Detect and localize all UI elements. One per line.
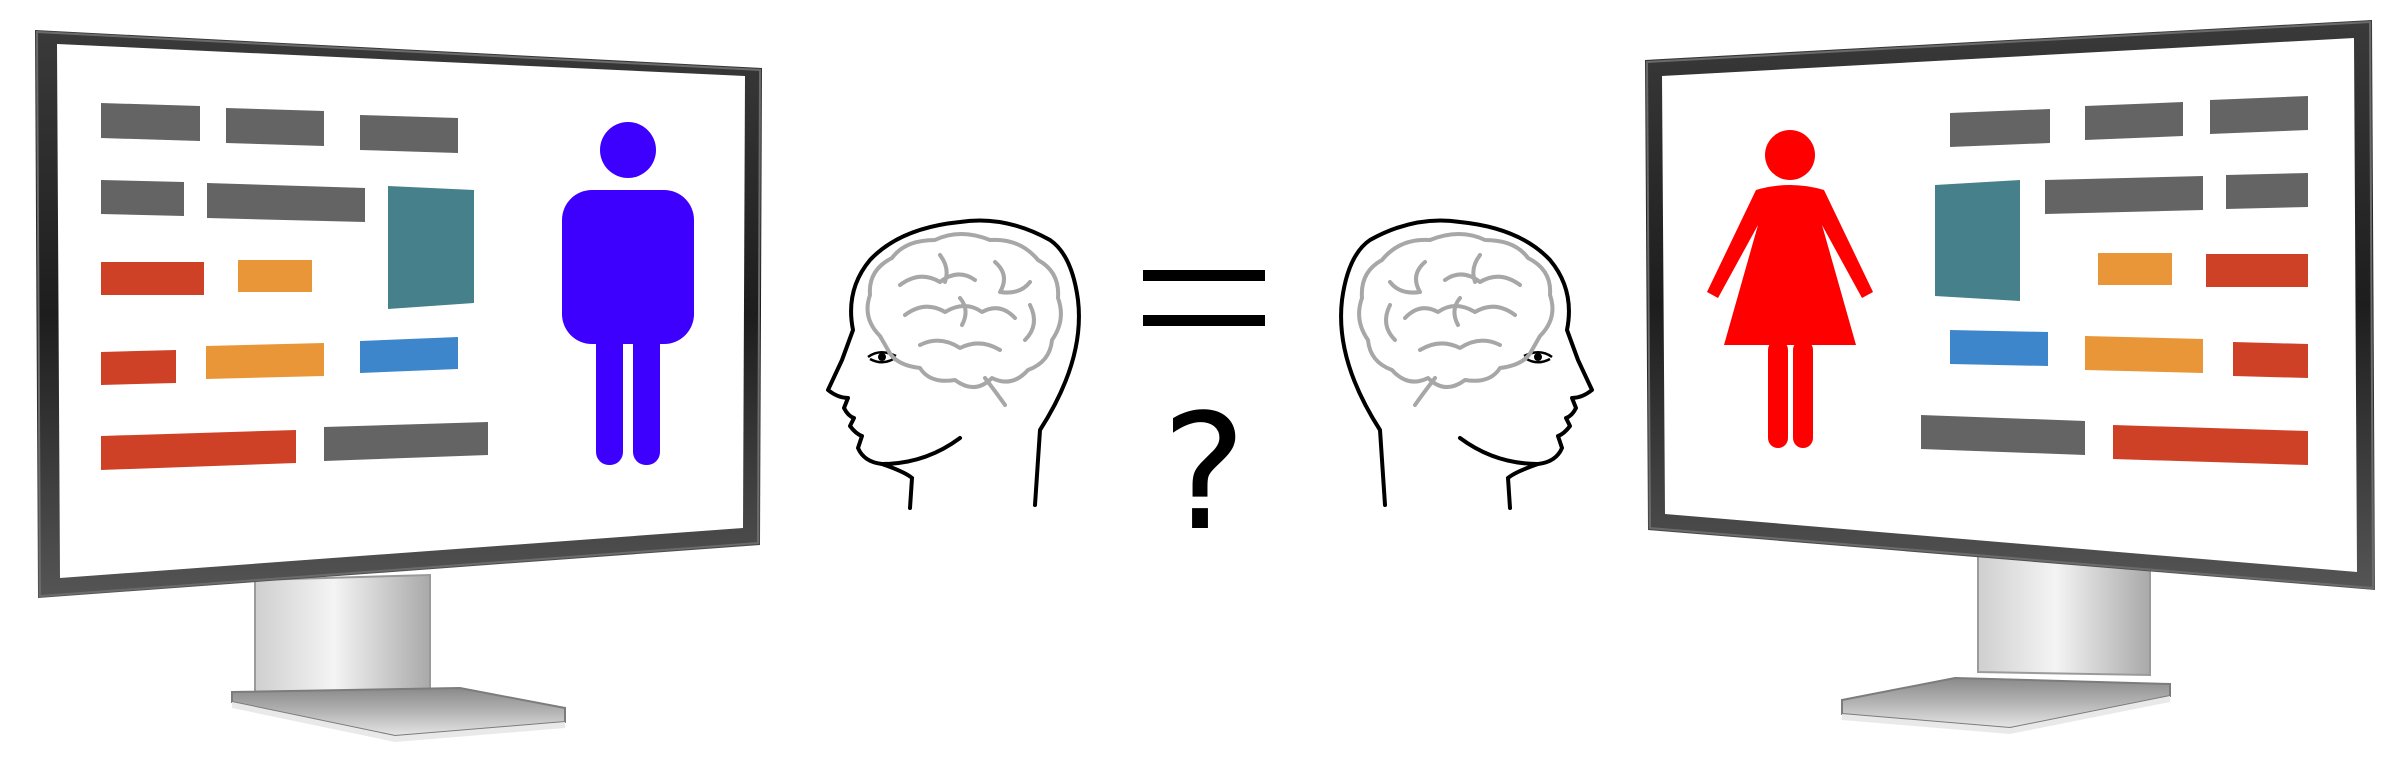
red-bar bbox=[101, 350, 176, 385]
teal-panel bbox=[388, 186, 474, 309]
gray-bar bbox=[1950, 109, 2050, 147]
right-monitor-stand bbox=[1841, 553, 2171, 734]
left-monitor-stand bbox=[231, 573, 566, 742]
question-mark: ? bbox=[1162, 379, 1247, 566]
comparison-operator: ? bbox=[1143, 270, 1265, 566]
gray-bar bbox=[207, 183, 365, 222]
blue-bar bbox=[360, 337, 458, 373]
brain-icon bbox=[865, 232, 1063, 407]
gray-bar bbox=[2085, 102, 2183, 140]
orange-bar bbox=[2085, 336, 2203, 373]
red-bar bbox=[2206, 254, 2308, 287]
gray-bar bbox=[2045, 176, 2203, 214]
red-bar bbox=[2233, 342, 2308, 378]
comparison-diagram: ? bbox=[35, 20, 2375, 742]
gray-bar bbox=[226, 108, 324, 146]
orange-bar bbox=[238, 260, 312, 292]
orange-bar bbox=[206, 343, 324, 379]
gray-bar bbox=[2226, 173, 2308, 209]
right-head-with-brain-icon bbox=[1339, 218, 1594, 510]
gray-bar bbox=[101, 103, 200, 141]
left-monitor bbox=[35, 30, 762, 742]
red-bar bbox=[101, 262, 204, 295]
orange-bar bbox=[2098, 253, 2172, 285]
gray-bar bbox=[360, 115, 458, 153]
gray-bar bbox=[2210, 96, 2308, 134]
gray-bar bbox=[324, 422, 488, 461]
left-head-with-brain-icon bbox=[826, 218, 1081, 510]
red-bar bbox=[101, 430, 296, 470]
teal-panel bbox=[1935, 180, 2020, 301]
gray-bar bbox=[101, 180, 184, 216]
brain-icon bbox=[1357, 232, 1555, 407]
gray-bar bbox=[1921, 415, 2085, 455]
equals-sign bbox=[1143, 270, 1265, 281]
equals-sign bbox=[1143, 315, 1265, 326]
blue-bar bbox=[1950, 330, 2048, 366]
red-bar bbox=[2113, 425, 2308, 465]
right-monitor bbox=[1645, 20, 2375, 734]
